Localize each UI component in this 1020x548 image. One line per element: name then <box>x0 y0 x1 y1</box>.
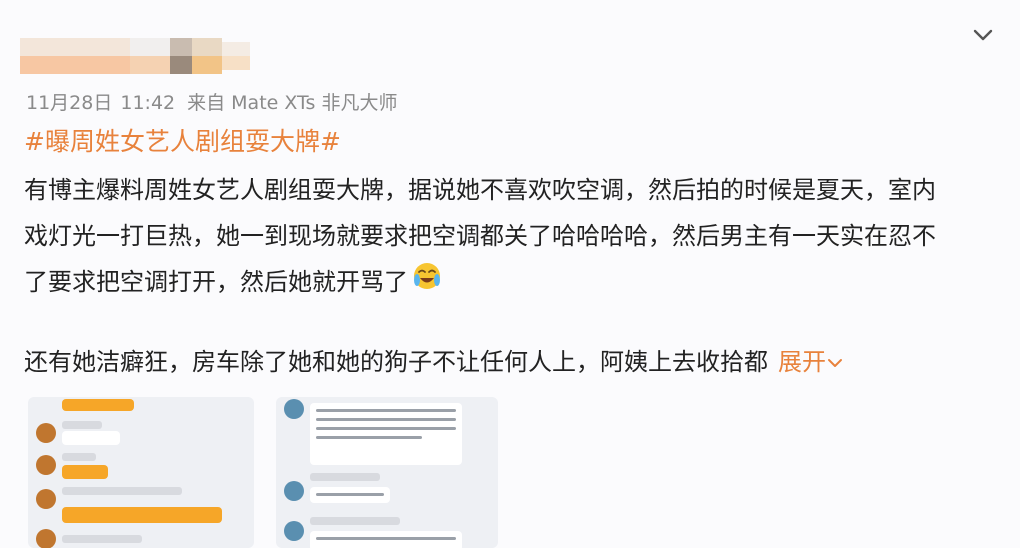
expand-label: 展开 <box>778 348 826 376</box>
chat-avatar <box>284 481 304 501</box>
chat-name <box>310 473 380 481</box>
post-body-line-text: 了要求把空调打开，然后她就开骂了 <box>24 268 408 296</box>
chat-bubble <box>62 465 108 479</box>
chat-bubble <box>62 399 134 411</box>
topic-hashtag-link[interactable]: #曝周姓女艺人剧组耍大牌# <box>24 122 341 158</box>
chevron-down-icon <box>973 29 993 41</box>
post-paragraph-2: 还有她洁癖狂，房车除了她和她的狗子不让任何人上，阿姨上去收拾都 展开 <box>24 345 844 379</box>
post-menu-chevron[interactable] <box>970 22 996 48</box>
chat-bubble <box>310 403 462 465</box>
chat-bubble <box>310 531 462 548</box>
blurred-username[interactable] <box>20 38 250 74</box>
chat-avatar <box>284 521 304 541</box>
chat-name <box>62 535 142 543</box>
crying-laughing-emoji-icon <box>412 260 442 306</box>
chat-name <box>310 517 400 525</box>
chat-avatar <box>36 489 56 509</box>
chat-name <box>62 453 96 461</box>
chat-name <box>62 421 102 429</box>
post-time: 11:42 <box>120 92 176 114</box>
post-date: 11月28日 <box>26 92 113 114</box>
paragraph-2-text: 还有她洁癖狂，房车除了她和她的狗子不让任何人上，阿姨上去收拾都 <box>24 348 768 376</box>
chat-name <box>62 487 182 495</box>
chat-bubble <box>62 507 222 523</box>
post-body: 有博主爆料周姓女艺人剧组耍大牌，据说她不喜欢吹空调，然后拍的时候是夏天，室内 戏… <box>24 167 996 306</box>
post-image-thumbnail[interactable] <box>28 397 254 548</box>
post-body-line: 有博主爆料周姓女艺人剧组耍大牌，据说她不喜欢吹空调，然后拍的时候是夏天，室内 <box>24 176 936 204</box>
chat-avatar <box>284 399 304 419</box>
chat-avatar <box>36 455 56 475</box>
chevron-down-small-icon <box>828 359 842 367</box>
chat-avatar <box>36 529 56 548</box>
chat-bubble <box>62 431 120 445</box>
expand-button[interactable]: 展开 <box>778 348 844 376</box>
chat-bubble <box>310 487 390 503</box>
post-body-line-last: 了要求把空调打开，然后她就开骂了 <box>24 259 996 306</box>
post-body-line: 戏灯光一打巨热，她一到现场就要求把空调都关了哈哈哈哈，然后男主有一天实在忍不 <box>24 222 936 250</box>
post-image-thumbnail[interactable] <box>276 397 498 548</box>
post-meta: 11月28日 11:42 来自 Mate XTs 非凡大师 <box>26 88 397 115</box>
post-source[interactable]: 来自 Mate XTs 非凡大师 <box>187 92 397 114</box>
chat-avatar <box>36 423 56 443</box>
